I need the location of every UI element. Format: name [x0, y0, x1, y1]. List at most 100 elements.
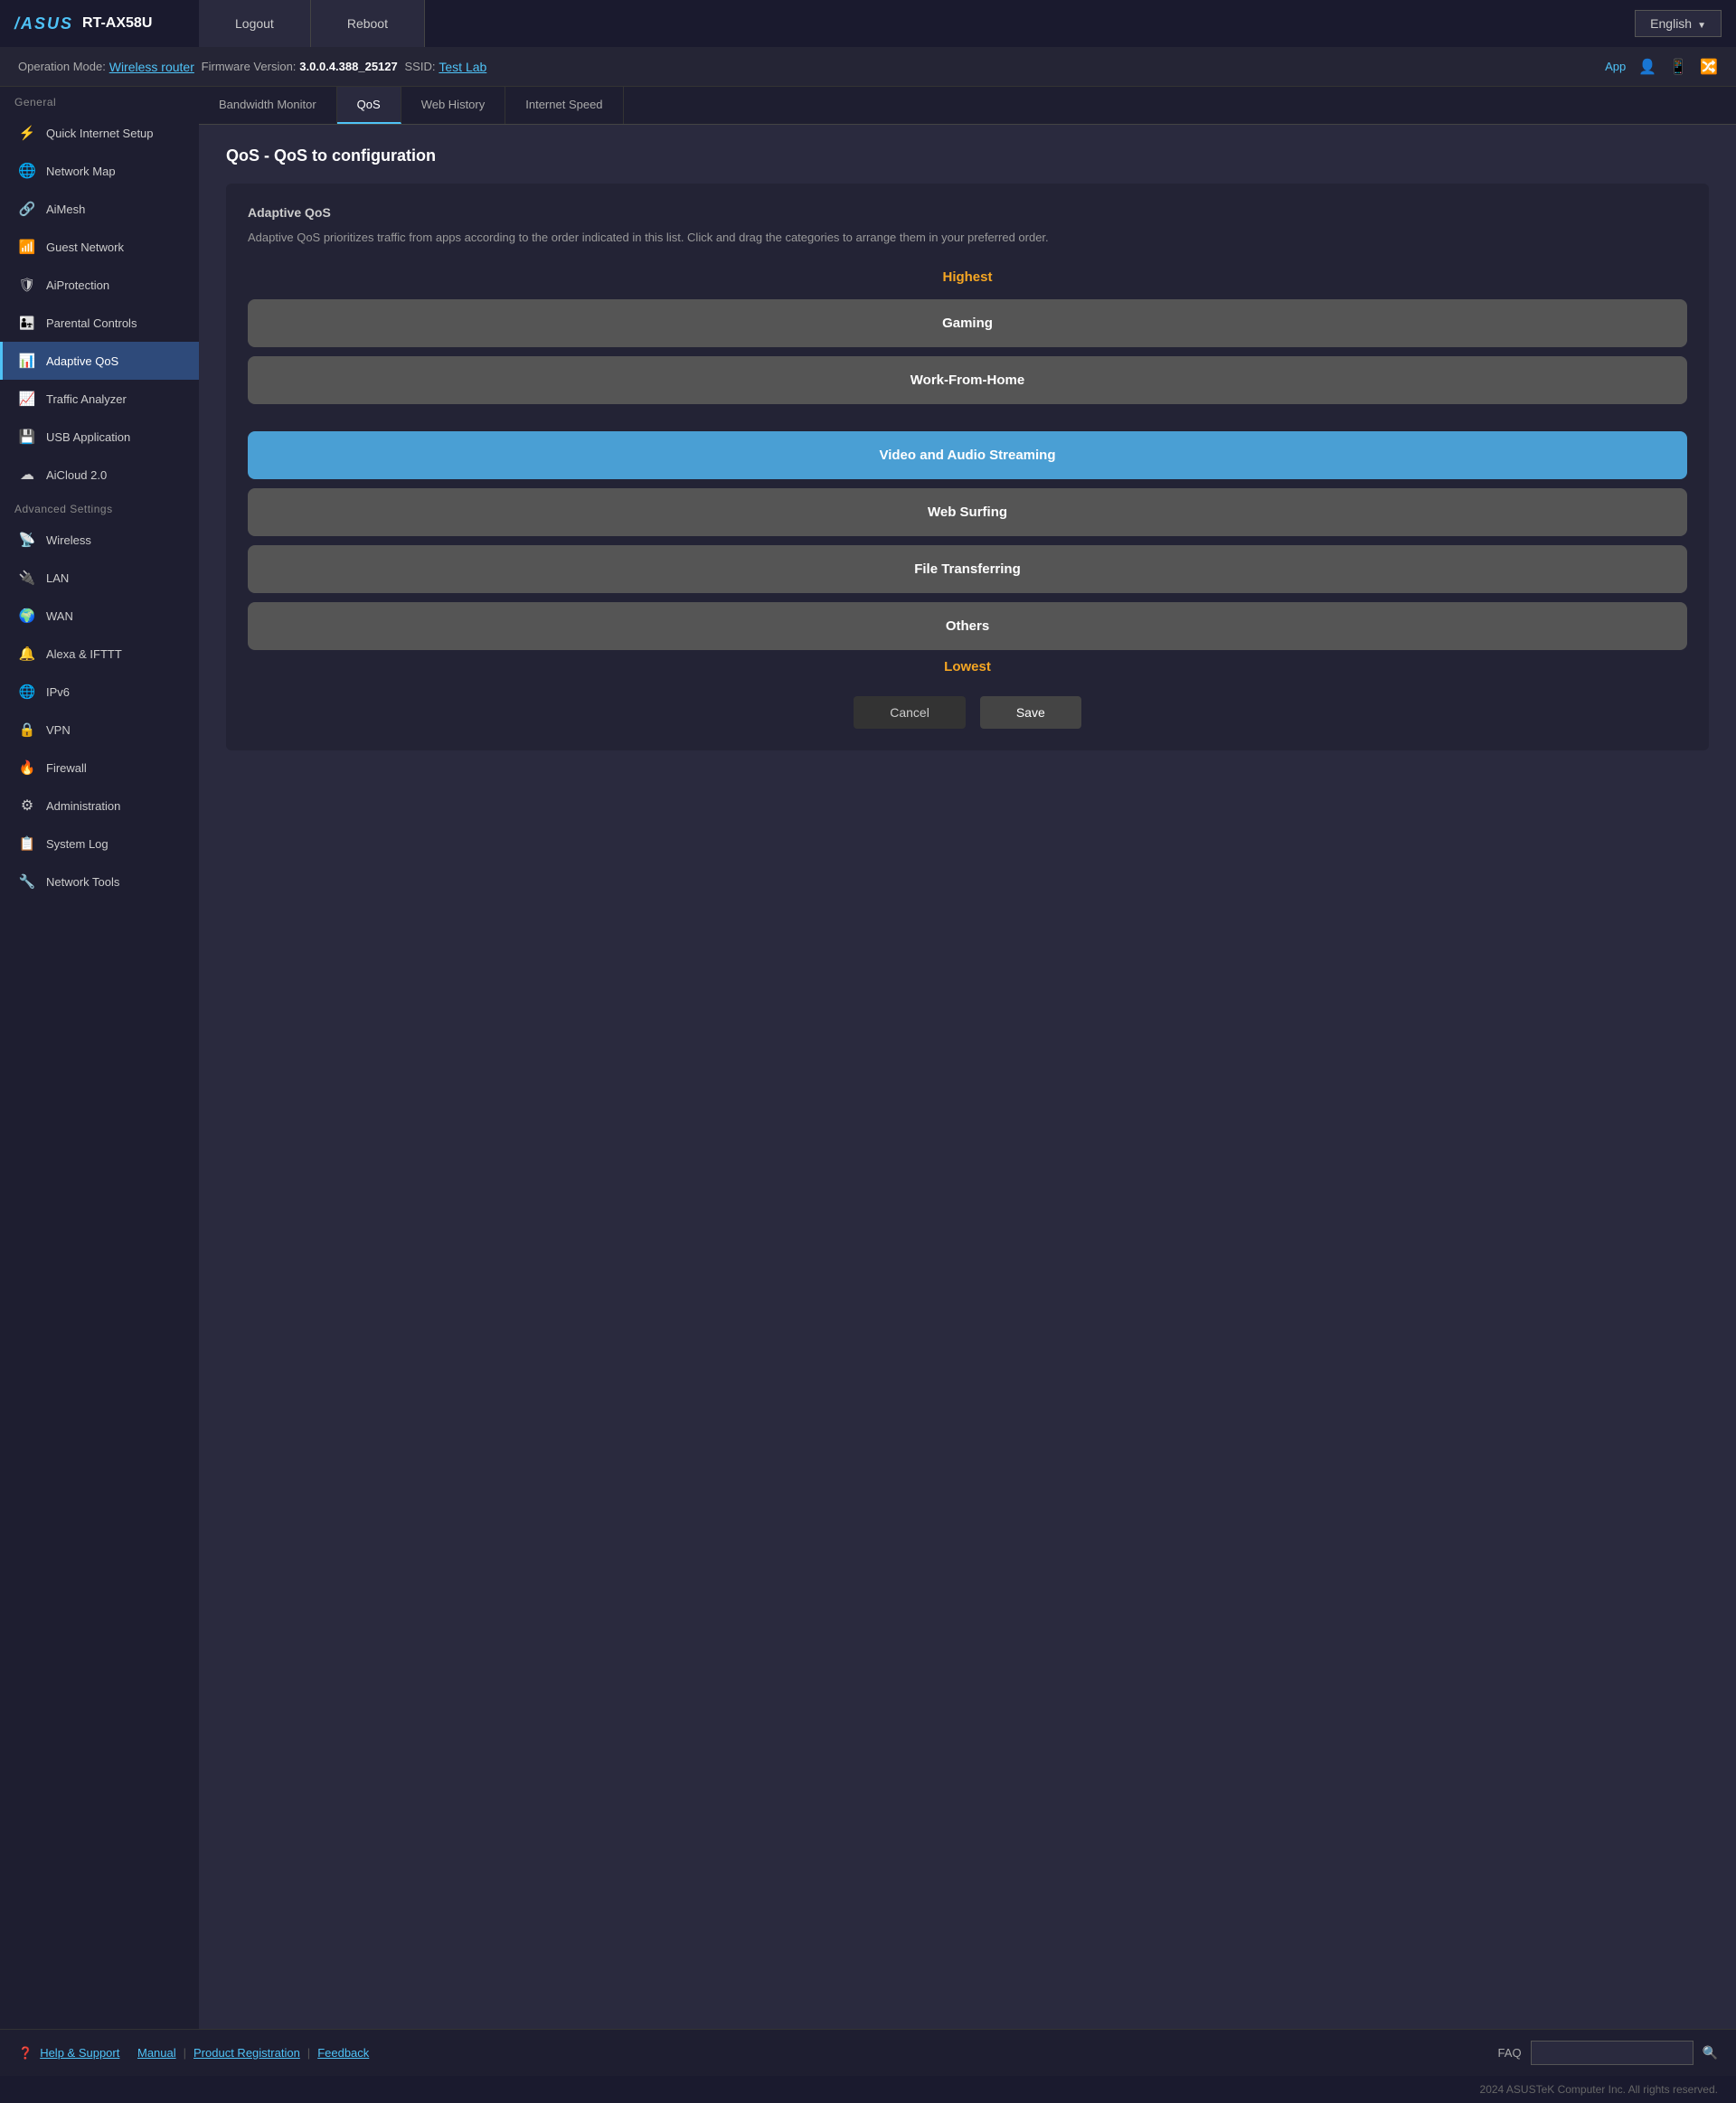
sidebar-item-label: Administration: [46, 799, 120, 813]
tab-bandwidth-monitor[interactable]: Bandwidth Monitor: [199, 87, 337, 124]
ipv6-icon: [17, 682, 37, 702]
tab-qos[interactable]: QoS: [337, 87, 401, 124]
logout-button[interactable]: Logout: [199, 0, 311, 47]
main-layout: General Quick Internet Setup Network Map…: [0, 87, 1736, 2029]
sidebar-item-aimesh[interactable]: AiMesh: [0, 190, 199, 228]
footer-sep-2: |: [307, 2046, 310, 2060]
sidebar-item-label: WAN: [46, 609, 73, 623]
sidebar-item-label: Alexa & IFTTT: [46, 647, 122, 661]
sidebar-item-label: Parental Controls: [46, 316, 137, 330]
sidebar-item-label: Wireless: [46, 533, 91, 547]
usb-icon: [17, 427, 37, 447]
footer-sep-1: |: [184, 2046, 186, 2060]
save-button[interactable]: Save: [980, 696, 1081, 729]
sidebar-item-label: Network Tools: [46, 875, 119, 889]
sidebar-item-label: Adaptive QoS: [46, 354, 118, 368]
operation-mode-label: Operation Mode:: [18, 60, 106, 73]
sidebar-item-label: Quick Internet Setup: [46, 127, 154, 140]
language-label: English: [1650, 16, 1692, 31]
app-link[interactable]: App: [1605, 60, 1626, 73]
sidebar-item-firewall[interactable]: Firewall: [0, 749, 199, 787]
firmware-value: 3.0.0.4.388_25127: [299, 60, 397, 73]
sidebar-item-system-log[interactable]: System Log: [0, 825, 199, 863]
brand-logo: /ASUS: [14, 14, 73, 33]
sidebar-item-vpn[interactable]: VPN: [0, 711, 199, 749]
sidebar-item-quick-internet-setup[interactable]: Quick Internet Setup: [0, 114, 199, 152]
sidebar-item-label: Firewall: [46, 761, 87, 775]
category-item-video-audio-streaming[interactable]: Video and Audio Streaming: [248, 431, 1687, 479]
brand-model: RT-AX58U: [82, 15, 152, 32]
page-title: QoS - QoS to configuration: [226, 146, 1709, 165]
admin-icon: [17, 796, 37, 816]
sidebar-item-label: Network Map: [46, 165, 116, 178]
wan-icon: [17, 606, 37, 626]
category-item-file-transferring[interactable]: File Transferring: [248, 545, 1687, 593]
language-selector[interactable]: English: [1635, 10, 1722, 37]
sidebar-item-traffic-analyzer[interactable]: Traffic Analyzer: [0, 380, 199, 418]
faq-label: FAQ: [1498, 2046, 1522, 2060]
sidebar-advanced-label: Advanced Settings: [0, 494, 199, 521]
alexa-icon: [17, 644, 37, 664]
sidebar-item-aiprotection[interactable]: AiProtection: [0, 266, 199, 304]
status-icons: App: [1605, 58, 1718, 76]
content-area: Bandwidth Monitor QoS Web History Intern…: [199, 87, 1736, 2029]
log-icon: [17, 834, 37, 853]
qos-icon: [17, 351, 37, 371]
manual-link[interactable]: Manual: [137, 2046, 176, 2060]
sidebar-item-ipv6[interactable]: IPv6: [0, 673, 199, 711]
user-icon[interactable]: [1638, 58, 1656, 76]
category-item-work-from-home[interactable]: Work-From-Home: [248, 356, 1687, 404]
sidebar-item-aicloud[interactable]: AiCloud 2.0: [0, 456, 199, 494]
sidebar-item-alexa-ifttt[interactable]: Alexa & IFTTT: [0, 635, 199, 673]
parent-icon: [17, 313, 37, 333]
sidebar-item-network-tools[interactable]: Network Tools: [0, 863, 199, 901]
tab-web-history[interactable]: Web History: [401, 87, 506, 124]
category-item-gaming[interactable]: Gaming: [248, 299, 1687, 347]
sidebar-item-wireless[interactable]: Wireless: [0, 521, 199, 559]
qos-card: Adaptive QoS Adaptive QoS prioritizes tr…: [226, 184, 1709, 750]
sidebar: General Quick Internet Setup Network Map…: [0, 87, 199, 2029]
reboot-button[interactable]: Reboot: [311, 0, 425, 47]
cancel-button[interactable]: Cancel: [854, 696, 966, 729]
faq-search-input[interactable]: [1531, 2041, 1694, 2065]
help-support-link[interactable]: Help & Support: [40, 2046, 119, 2060]
vpn-icon: [17, 720, 37, 740]
help-icon: [18, 2046, 33, 2061]
product-reg-link[interactable]: Product Registration: [193, 2046, 300, 2060]
tabs-bar: Bandwidth Monitor QoS Web History Intern…: [199, 87, 1736, 125]
action-buttons: Cancel Save: [248, 696, 1687, 729]
sidebar-item-label: AiMesh: [46, 203, 85, 216]
sidebar-item-label: VPN: [46, 723, 71, 737]
search-icon[interactable]: [1703, 2045, 1718, 2061]
firewall-icon: [17, 758, 37, 778]
sidebar-item-label: LAN: [46, 571, 69, 585]
sidebar-item-administration[interactable]: Administration: [0, 787, 199, 825]
qos-card-title: Adaptive QoS: [248, 205, 1687, 220]
feedback-link[interactable]: Feedback: [317, 2046, 369, 2060]
category-list: Gaming Work-From-Home: [248, 299, 1687, 404]
lan-icon: [17, 568, 37, 588]
ssid-value[interactable]: Test Lab: [439, 60, 486, 74]
top-nav-buttons: Logout Reboot English: [199, 0, 1736, 47]
device-icon[interactable]: [1669, 58, 1687, 76]
globe-icon: [17, 161, 37, 181]
sidebar-item-network-map[interactable]: Network Map: [0, 152, 199, 190]
share-icon[interactable]: [1700, 58, 1718, 76]
sidebar-item-label: USB Application: [46, 430, 130, 444]
sidebar-item-wan[interactable]: WAN: [0, 597, 199, 635]
operation-mode-value[interactable]: Wireless router: [109, 60, 194, 74]
sidebar-item-parental-controls[interactable]: Parental Controls: [0, 304, 199, 342]
sidebar-item-guest-network[interactable]: Guest Network: [0, 228, 199, 266]
sidebar-item-lan[interactable]: LAN: [0, 559, 199, 597]
sidebar-item-adaptive-qos[interactable]: Adaptive QoS: [0, 342, 199, 380]
ssid-label: SSID:: [405, 60, 436, 73]
category-item-others[interactable]: Others: [248, 602, 1687, 650]
sidebar-item-usb-application[interactable]: USB Application: [0, 418, 199, 456]
footer-right: FAQ: [1498, 2041, 1718, 2065]
highest-label: Highest: [248, 269, 1687, 285]
footer: Help & Support Manual | Product Registra…: [0, 2029, 1736, 2076]
mesh-icon: [17, 199, 37, 219]
sidebar-item-label: IPv6: [46, 685, 70, 699]
category-item-web-surfing[interactable]: Web Surfing: [248, 488, 1687, 536]
tab-internet-speed[interactable]: Internet Speed: [505, 87, 623, 124]
